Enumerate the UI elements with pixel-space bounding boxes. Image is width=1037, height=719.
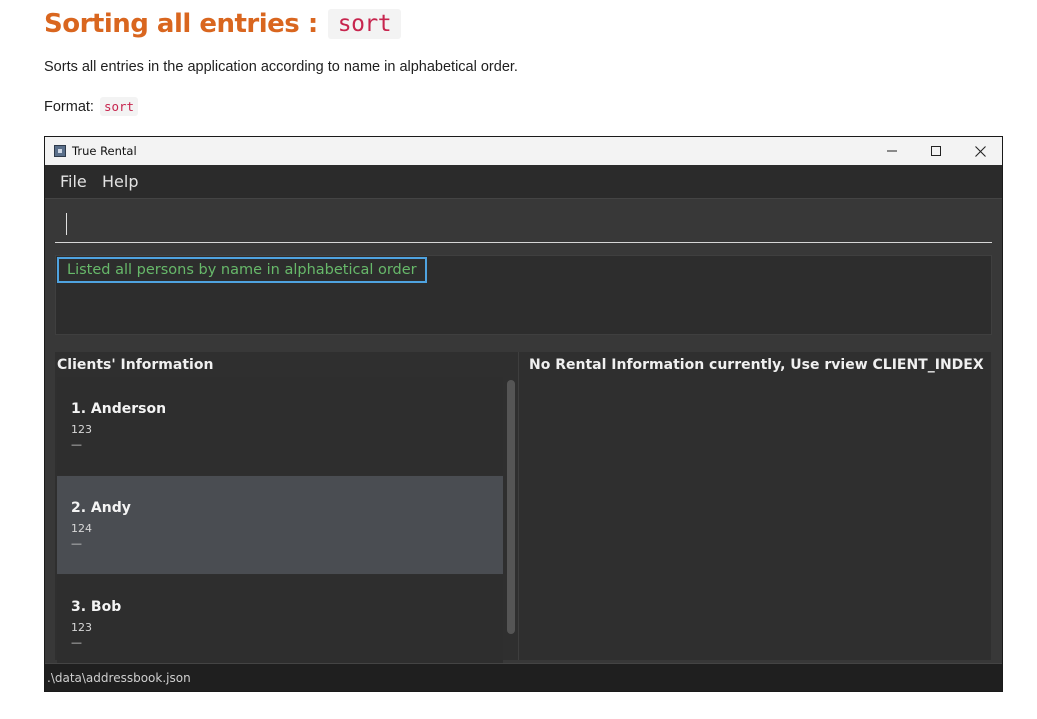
- close-button[interactable]: [958, 139, 1002, 163]
- client-tag: —: [71, 438, 82, 451]
- format-line: Format: sort: [44, 97, 139, 116]
- command-area: [45, 199, 1002, 249]
- client-card-selected[interactable]: 2. Andy 124 —: [57, 476, 503, 574]
- rental-panel: No Rental Information currently, Use rvi…: [518, 352, 991, 660]
- client-name: 2. Andy: [71, 500, 131, 516]
- client-name: 3. Bob: [71, 599, 122, 615]
- window-title: True Rental: [72, 144, 137, 158]
- clients-panel-title: Clients' Information: [57, 357, 214, 373]
- result-message: Listed all persons by name in alphabetic…: [57, 257, 427, 283]
- status-bar: .\data\addressbook.json: [45, 663, 1002, 691]
- client-tag: —: [71, 636, 82, 649]
- menu-file[interactable]: File: [60, 172, 87, 191]
- command-input[interactable]: [55, 207, 992, 243]
- format-label: Format:: [44, 98, 94, 115]
- text-caret: [66, 213, 67, 235]
- client-phone: 124: [71, 522, 92, 535]
- section-heading: Sorting all entries : sort: [44, 6, 402, 42]
- client-name: 1. Anderson: [71, 401, 167, 417]
- maximize-button[interactable]: [914, 139, 958, 163]
- menu-bar: File Help: [45, 165, 1002, 199]
- client-phone: 123: [71, 423, 92, 436]
- result-display: Listed all persons by name in alphabetic…: [55, 255, 992, 335]
- minimize-icon: [887, 150, 897, 152]
- format-code: sort: [99, 97, 139, 116]
- minimize-button[interactable]: [870, 139, 914, 163]
- rental-panel-title: No Rental Information currently, Use rvi…: [529, 357, 984, 373]
- clients-panel: Clients' Information 1. Anderson 123 — 2…: [55, 352, 518, 673]
- client-card[interactable]: 1. Anderson 123 —: [57, 377, 503, 475]
- maximize-icon: [931, 146, 941, 156]
- app-icon: [54, 145, 66, 157]
- close-icon: [974, 145, 986, 157]
- client-phone: 123: [71, 621, 92, 634]
- clients-scrollbar[interactable]: [507, 380, 515, 634]
- heading-code: sort: [327, 9, 402, 39]
- client-tag: —: [71, 537, 82, 550]
- window-titlebar[interactable]: True Rental: [45, 137, 1002, 165]
- menu-help[interactable]: Help: [102, 172, 138, 191]
- heading-text: Sorting all entries :: [44, 9, 318, 39]
- client-card[interactable]: 3. Bob 123 —: [57, 575, 503, 673]
- status-file-path: .\data\addressbook.json: [47, 671, 191, 685]
- app-window: True Rental File Help Listed all persons…: [44, 136, 1003, 692]
- section-description: Sorts all entries in the application acc…: [44, 59, 518, 75]
